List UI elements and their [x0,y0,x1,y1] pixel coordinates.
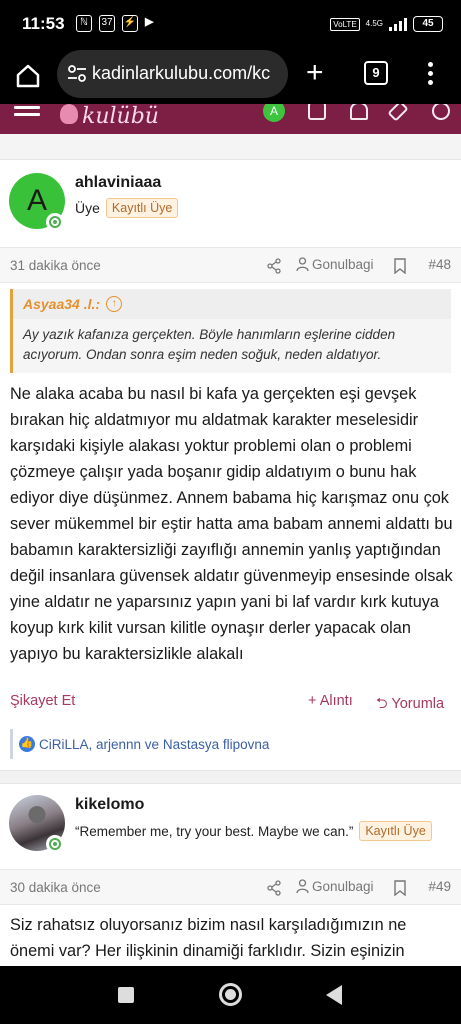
address-bar[interactable]: kadinlarkulubu.com/kc [57,50,288,98]
site-header: kulübü A [0,104,461,134]
quote-header[interactable]: Asyaa34 .l.: ↑ [13,289,451,319]
messages-icon[interactable] [308,104,326,120]
report-button[interactable]: Şikayet Et [10,693,75,709]
system-nav-bar [0,966,461,1024]
online-status-icon [46,213,64,231]
bookmark-icon[interactable] [394,880,406,896]
battery-icon: 45 [413,16,443,32]
reactions-bar[interactable]: 👍 CiRiLLA, arjennn ve Nastasya flipovna [10,729,451,759]
post-meta-bar: 31 dakika önce Gonulbagi #48 [0,247,461,283]
post-number[interactable]: #49 [428,879,451,894]
more-menu-icon[interactable] [428,62,434,88]
user-signature: “Remember me, try your best. Maybe we ca… [75,823,354,839]
arrow-up-icon[interactable]: ↑ [106,296,123,312]
post-separator [0,770,461,784]
signal-icon [389,17,407,31]
user-icon [296,879,309,894]
hamburger-menu-icon[interactable] [14,106,40,122]
tab-switcher-button[interactable]: 9 [364,61,388,85]
new-tab-icon[interactable]: + [306,58,324,88]
site-logo[interactable]: kulübü [60,104,159,129]
post-username[interactable]: ahlaviniaaa [75,174,161,192]
user-role: Üye [75,200,100,216]
browser-toolbar: kadinlarkulubu.com/kc + 9 [0,48,461,104]
post-author-link[interactable]: Gonulbagi [296,257,374,272]
back-button[interactable] [326,985,342,1005]
post-number[interactable]: #48 [428,257,451,272]
reply-button[interactable]: ⮌ Yorumla [376,693,444,718]
app-icon: ⚡ [122,15,138,32]
bookmark-icon[interactable] [394,258,406,274]
search-icon[interactable] [432,104,450,120]
flower-logo-icon [60,104,78,124]
user-icon [296,257,309,272]
member-badge: Kayıtlı Üye [359,821,432,841]
quote-text: Ay yazık kafanıza gerçekten. Böyle hanım… [23,327,396,362]
url-text: kadinlarkulubu.com/kc [92,63,271,83]
status-bar: 11:53 ℕ 37 ⚡ ▶ VoLTE 4.5G 45 [0,0,461,48]
user-avatar[interactable]: A [263,104,285,122]
user-role-line: Üye Kayıtlı Üye [75,198,179,218]
quote-author[interactable]: Asyaa34 .l.: [23,296,100,312]
play-icon: ▶ [145,16,154,28]
quote-button[interactable]: + Alıntı [308,693,353,709]
volte-icon: VoLTE [330,17,360,31]
calendar-icon: 37 [99,15,115,32]
post-time[interactable]: 31 dakika önce [10,258,101,273]
user-signature-line: “Remember me, try your best. Maybe we ca… [75,821,432,841]
share-icon[interactable] [266,258,282,274]
share-icon[interactable] [266,880,282,896]
member-badge: Kayıtlı Üye [105,198,179,218]
post-meta-bar: 30 dakika önce Gonulbagi #49 [0,869,461,905]
post-body: Ne alaka acaba bu nasıl bi kafa ya gerçe… [10,385,453,663]
post-time[interactable]: 30 dakika önce [10,880,101,895]
online-status-icon [46,835,64,853]
reactions-text[interactable]: CiRiLLA, arjennn ve Nastasya flipovna [39,737,269,752]
clock: 11:53 [22,14,65,33]
whats-new-icon[interactable] [387,104,409,122]
post-actions: Şikayet Et + Alıntı ⮌ Yorumla [10,693,451,713]
notification-icons: ℕ 37 ⚡ ▶ [76,15,153,32]
quote-block: Asyaa34 .l.: ↑ Ay yazık kafanıza gerçekte… [10,289,451,373]
system-icons: VoLTE 4.5G 45 [330,16,443,32]
post-author-link[interactable]: Gonulbagi [296,879,374,894]
home-icon[interactable] [14,62,42,90]
network-type: 4.5G [365,19,383,28]
reply-icon: ⮌ [376,696,392,712]
notifications-icon[interactable] [350,104,368,120]
home-button[interactable] [219,983,242,1006]
post-username[interactable]: kikelomo [75,796,144,814]
post-body: Siz rahatsız oluyorsanız bizim nasıl kar… [10,916,407,960]
recents-button[interactable] [118,987,134,1003]
like-icon: 👍 [19,736,35,752]
site-settings-icon[interactable] [67,65,87,83]
section-divider [0,134,461,160]
notification-icon: ℕ [76,15,92,32]
